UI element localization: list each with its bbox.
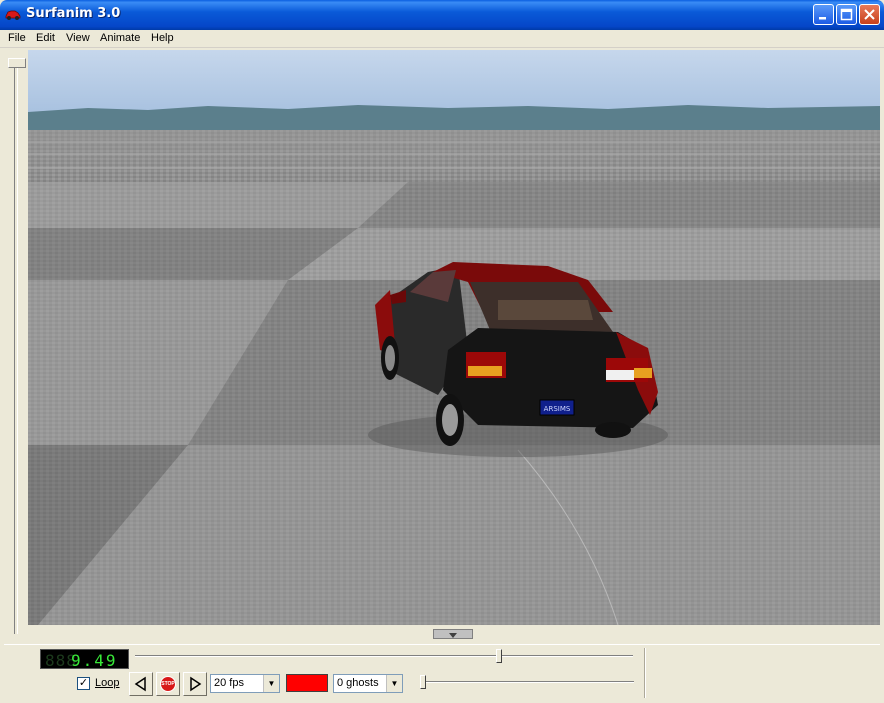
chevron-down-icon[interactable]: ▼ <box>263 675 279 692</box>
maximize-icon <box>840 8 853 21</box>
license-plate-text: ARSIMS <box>544 405 571 413</box>
time-display: 888 9.49 <box>40 649 129 670</box>
chevron-down-icon[interactable]: ▼ <box>386 675 402 692</box>
fps-select[interactable]: 20 fps ▼ <box>210 674 280 693</box>
fps-value: 20 fps <box>214 677 244 689</box>
maximize-button[interactable] <box>836 4 857 25</box>
distant-hills <box>28 105 880 132</box>
ghosts-select[interactable]: 0 ghosts ▼ <box>333 674 403 693</box>
menu-bar: File Edit View Animate Help <box>0 30 884 48</box>
ghost-color-swatch[interactable] <box>286 674 328 692</box>
minimize-button[interactable] <box>813 4 834 25</box>
menu-view[interactable]: View <box>66 32 90 44</box>
time-slider-track[interactable] <box>135 655 633 657</box>
loop-label: Loop <box>95 677 120 689</box>
play-backward-button[interactable] <box>129 672 153 696</box>
menu-help[interactable]: Help <box>151 32 174 44</box>
ghost-slider-thumb[interactable] <box>420 675 426 689</box>
title-bar: Surfanim 3.0 <box>0 0 884 30</box>
loop-checkbox[interactable]: ✓ <box>77 677 90 690</box>
collapse-handle[interactable] <box>433 629 473 639</box>
time-display-value: 9.49 <box>71 651 118 670</box>
minimize-icon <box>819 17 826 20</box>
play-forward-button[interactable] <box>183 672 207 696</box>
vertical-slider-thumb[interactable] <box>8 58 26 68</box>
play-backward-icon <box>134 676 146 692</box>
window-title: Surfanim 3.0 <box>26 6 121 21</box>
chevron-down-icon <box>449 633 457 638</box>
stop-icon: STOP <box>160 676 176 692</box>
panel-separator <box>644 648 646 698</box>
menu-edit[interactable]: Edit <box>36 32 55 44</box>
close-icon <box>864 9 875 20</box>
scene-render: ARSIMS <box>28 105 880 625</box>
stop-button[interactable]: STOP <box>156 672 180 696</box>
app-icon <box>5 10 21 20</box>
ghosts-value: 0 ghosts <box>337 677 379 689</box>
time-slider-thumb[interactable] <box>495 649 502 663</box>
vertical-slider-track[interactable] <box>14 64 18 634</box>
menu-file[interactable]: File <box>8 32 26 44</box>
ghost-slider-track[interactable] <box>420 681 634 683</box>
checkmark-icon: ✓ <box>78 677 89 689</box>
close-button[interactable] <box>859 4 880 25</box>
play-forward-icon <box>190 676 202 692</box>
3d-viewport[interactable]: ARSIMS <box>28 50 880 625</box>
menu-animate[interactable]: Animate <box>100 32 140 44</box>
